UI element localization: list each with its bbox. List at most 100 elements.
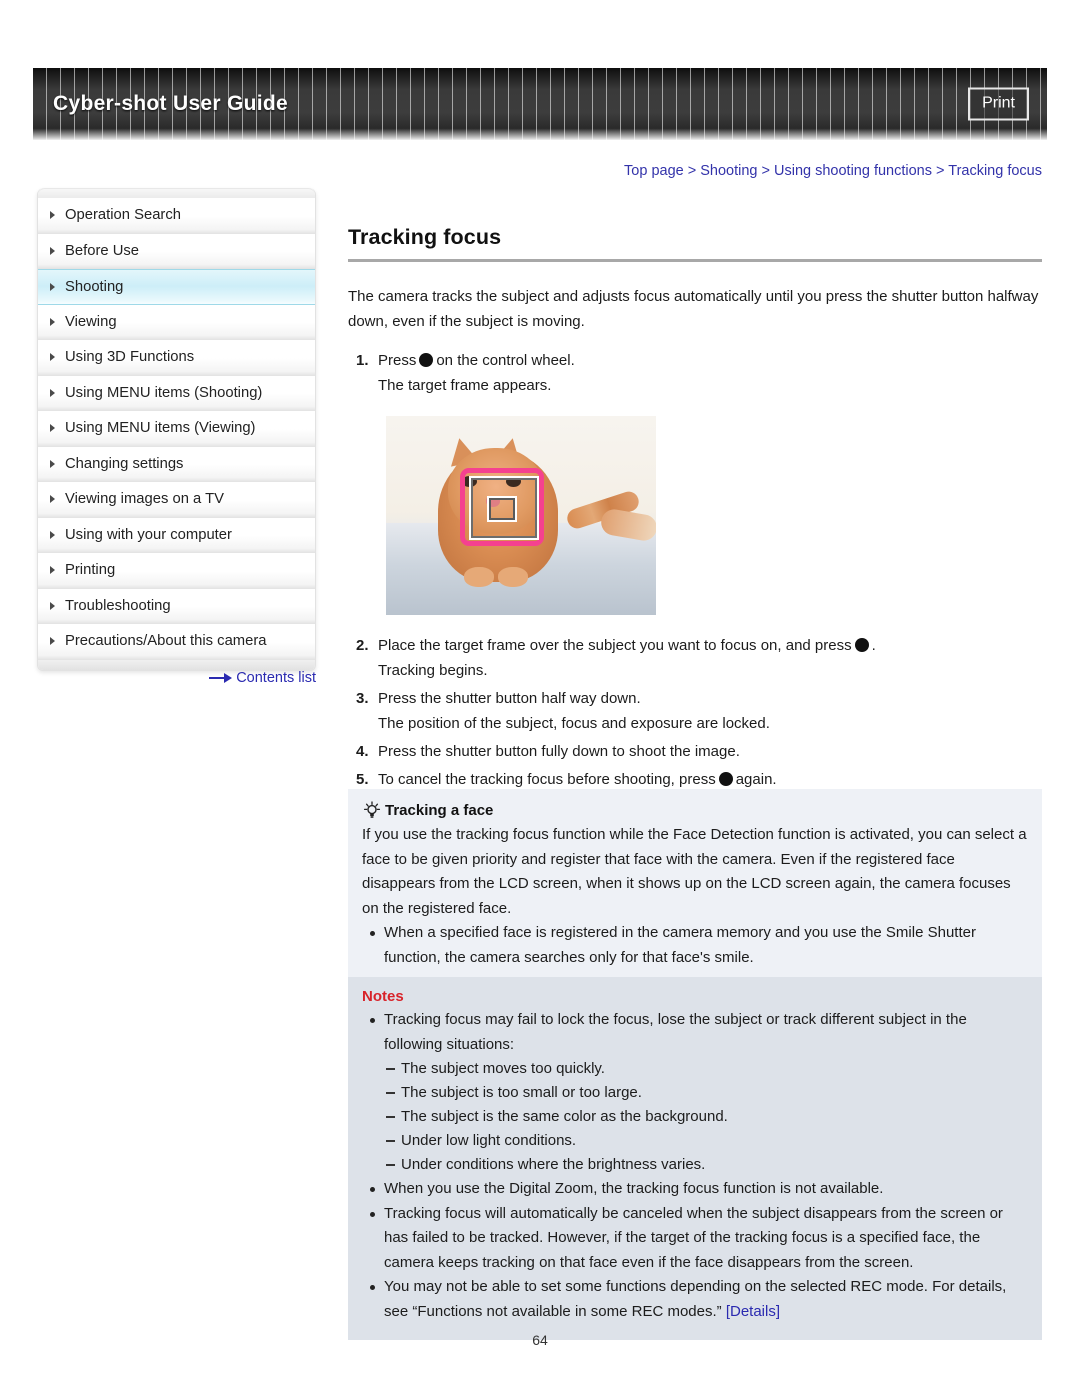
notes-item-3: Tracking focus will automatically be can… <box>362 1202 1028 1276</box>
chevron-right-icon <box>50 211 55 220</box>
step-1-subtext: The target frame appears. <box>378 377 552 394</box>
step-text-after: again. <box>735 771 777 788</box>
sidebar-item-changing-settings[interactable]: Changing settings <box>38 446 315 482</box>
step-text-before: Place the target frame over the subject … <box>378 637 852 654</box>
sidebar-item-label: Using MENU items (Shooting) <box>65 384 263 401</box>
step-4: 4. Press the shutter button fully down t… <box>348 739 1042 764</box>
title-divider <box>348 259 1042 262</box>
step-text-before: Press <box>378 352 417 369</box>
sidebar-item-printing[interactable]: Printing <box>38 553 315 589</box>
notes-item-1-text: Tracking focus may fail to lock the focu… <box>384 1011 967 1053</box>
chevron-right-icon <box>50 353 55 362</box>
tip-bullet-item: When a specified face is registered in t… <box>362 921 1028 970</box>
notes-sub-item: Under conditions where the brightness va… <box>384 1153 1028 1177</box>
breadcrumb[interactable]: Top page > Shooting > Using shooting fun… <box>0 163 1042 179</box>
tip-heading: Tracking a face <box>362 801 1028 819</box>
step-1: 1. Press on the control wheel. The target… <box>348 348 1042 398</box>
site-title: Cyber-shot User Guide <box>53 92 289 115</box>
chevron-right-icon <box>50 282 55 291</box>
details-link[interactable]: [Details] <box>726 1303 780 1320</box>
step-text-after: on the control wheel. <box>436 352 575 369</box>
sidebar-item-operation-search[interactable]: Operation Search <box>38 198 315 234</box>
chevron-right-icon <box>50 388 55 397</box>
site-header: Cyber-shot User Guide Print <box>33 68 1047 140</box>
sidebar-item-label: Troubleshooting <box>65 597 171 614</box>
main-content: Tracking focus The camera tracks the sub… <box>348 225 1042 795</box>
notes-box: Notes Tracking focus may fail to lock th… <box>348 977 1042 1340</box>
notes-sub-item: Under low light conditions. <box>384 1129 1028 1153</box>
sidebar-item-using-with-your-computer[interactable]: Using with your computer <box>38 517 315 553</box>
contents-list-label: Contents list <box>236 670 316 686</box>
sidebar-item-label: Before Use <box>65 242 140 259</box>
sidebar-top-cap <box>38 188 315 198</box>
notes-sub-list: The subject moves too quickly. The subje… <box>384 1057 1028 1177</box>
tracking-focus-photo <box>386 416 656 615</box>
notes-heading: Notes <box>362 988 404 1005</box>
sidebar-item-label: Shooting <box>65 279 124 295</box>
step-2-subtext: Tracking begins. <box>378 662 488 679</box>
tip-body: If you use the tracking focus function w… <box>362 826 1027 917</box>
step-2: 2. Place the target frame over the subje… <box>348 633 1042 683</box>
center-button-icon <box>718 772 733 786</box>
notes-item-2: When you use the Digital Zoom, the track… <box>362 1177 1028 1202</box>
sidebar-item-viewing[interactable]: Viewing <box>38 304 315 340</box>
sidebar-item-label: Printing <box>65 562 116 578</box>
sidebar-item-label: Viewing <box>65 313 117 330</box>
lightbulb-icon <box>362 801 382 819</box>
steps-list: 1. Press on the control wheel. The target… <box>348 348 1042 792</box>
page-title: Tracking focus <box>348 225 502 249</box>
chevron-right-icon <box>50 637 55 646</box>
sidebar-item-label: Precautions/About this camera <box>65 633 267 649</box>
sidebar-item-menu-items-shooting[interactable]: Using MENU items (Shooting) <box>38 375 315 411</box>
sidebar-item-viewing-images-on-a-tv[interactable]: Viewing images on a TV <box>38 482 315 518</box>
step-text: Press the shutter button half way down. <box>378 690 641 707</box>
step-number: 3. <box>356 690 369 707</box>
sidebar-nav: Operation Search Before Use Shooting Vie… <box>37 188 316 671</box>
step-3-subtext: The position of the subject, focus and e… <box>378 715 770 732</box>
chevron-right-icon <box>50 459 55 468</box>
step-number: 1. <box>356 352 369 369</box>
step-number: 2. <box>356 637 369 654</box>
chevron-right-icon <box>50 317 55 326</box>
sidebar-item-label: Changing settings <box>65 455 184 472</box>
chevron-right-icon <box>50 424 55 433</box>
cat-paw-right <box>498 567 528 587</box>
sidebar-item-menu-items-viewing[interactable]: Using MENU items (Viewing) <box>38 411 315 447</box>
notes-sub-item: The subject moves too quickly. <box>384 1057 1028 1081</box>
sidebar-item-label: Using with your computer <box>65 526 232 543</box>
sidebar-item-label: Operation Search <box>65 207 181 223</box>
sidebar-item-before-use[interactable]: Before Use <box>38 233 315 269</box>
sidebar-item-label: Using MENU items (Viewing) <box>65 420 256 436</box>
chevron-right-icon <box>50 246 55 255</box>
sidebar-bottom-cap <box>38 659 315 670</box>
step-3: 3. Press the shutter button half way dow… <box>348 686 1042 736</box>
center-button-icon <box>854 638 869 652</box>
sidebar-item-label: Using 3D Functions <box>65 349 195 365</box>
center-button-icon <box>419 353 434 367</box>
intro-paragraph: The camera tracks the subject and adjust… <box>348 288 1039 330</box>
contents-list-link[interactable]: Contents list <box>37 670 316 686</box>
sidebar-item-precautions-about-this-camera[interactable]: Precautions/About this camera <box>38 624 315 660</box>
notes-sub-item: The subject is the same color as the bac… <box>384 1105 1028 1129</box>
chevron-right-icon <box>50 566 55 575</box>
sidebar-item-using-3d-functions[interactable]: Using 3D Functions <box>38 340 315 376</box>
tip-box: Tracking a face If you use the tracking … <box>348 789 1042 986</box>
step-number: 4. <box>356 743 369 760</box>
chevron-right-icon <box>50 601 55 610</box>
notes-sub-item: The subject is too small or too large. <box>384 1081 1028 1105</box>
target-frame-inner <box>487 496 517 522</box>
print-button[interactable]: Print <box>968 87 1029 121</box>
chevron-right-icon <box>50 530 55 539</box>
tip-bullet-list: When a specified face is registered in t… <box>362 921 1028 970</box>
notes-bullet-list: Tracking focus may fail to lock the focu… <box>362 1008 1028 1324</box>
step-text-after: . <box>871 637 876 654</box>
arrow-right-icon <box>209 673 233 684</box>
tip-heading-label: Tracking a face <box>385 801 494 819</box>
step-text: Press the shutter button fully down to s… <box>378 743 740 760</box>
step-text-before: To cancel the tracking focus before shoo… <box>378 771 716 788</box>
sidebar-item-shooting[interactable]: Shooting <box>38 269 315 305</box>
cat-paw-left <box>464 567 494 587</box>
notes-item-4: You may not be able to set some function… <box>362 1275 1028 1324</box>
sidebar-item-troubleshooting[interactable]: Troubleshooting <box>38 588 315 624</box>
sidebar-item-label: Viewing images on a TV <box>65 491 225 507</box>
